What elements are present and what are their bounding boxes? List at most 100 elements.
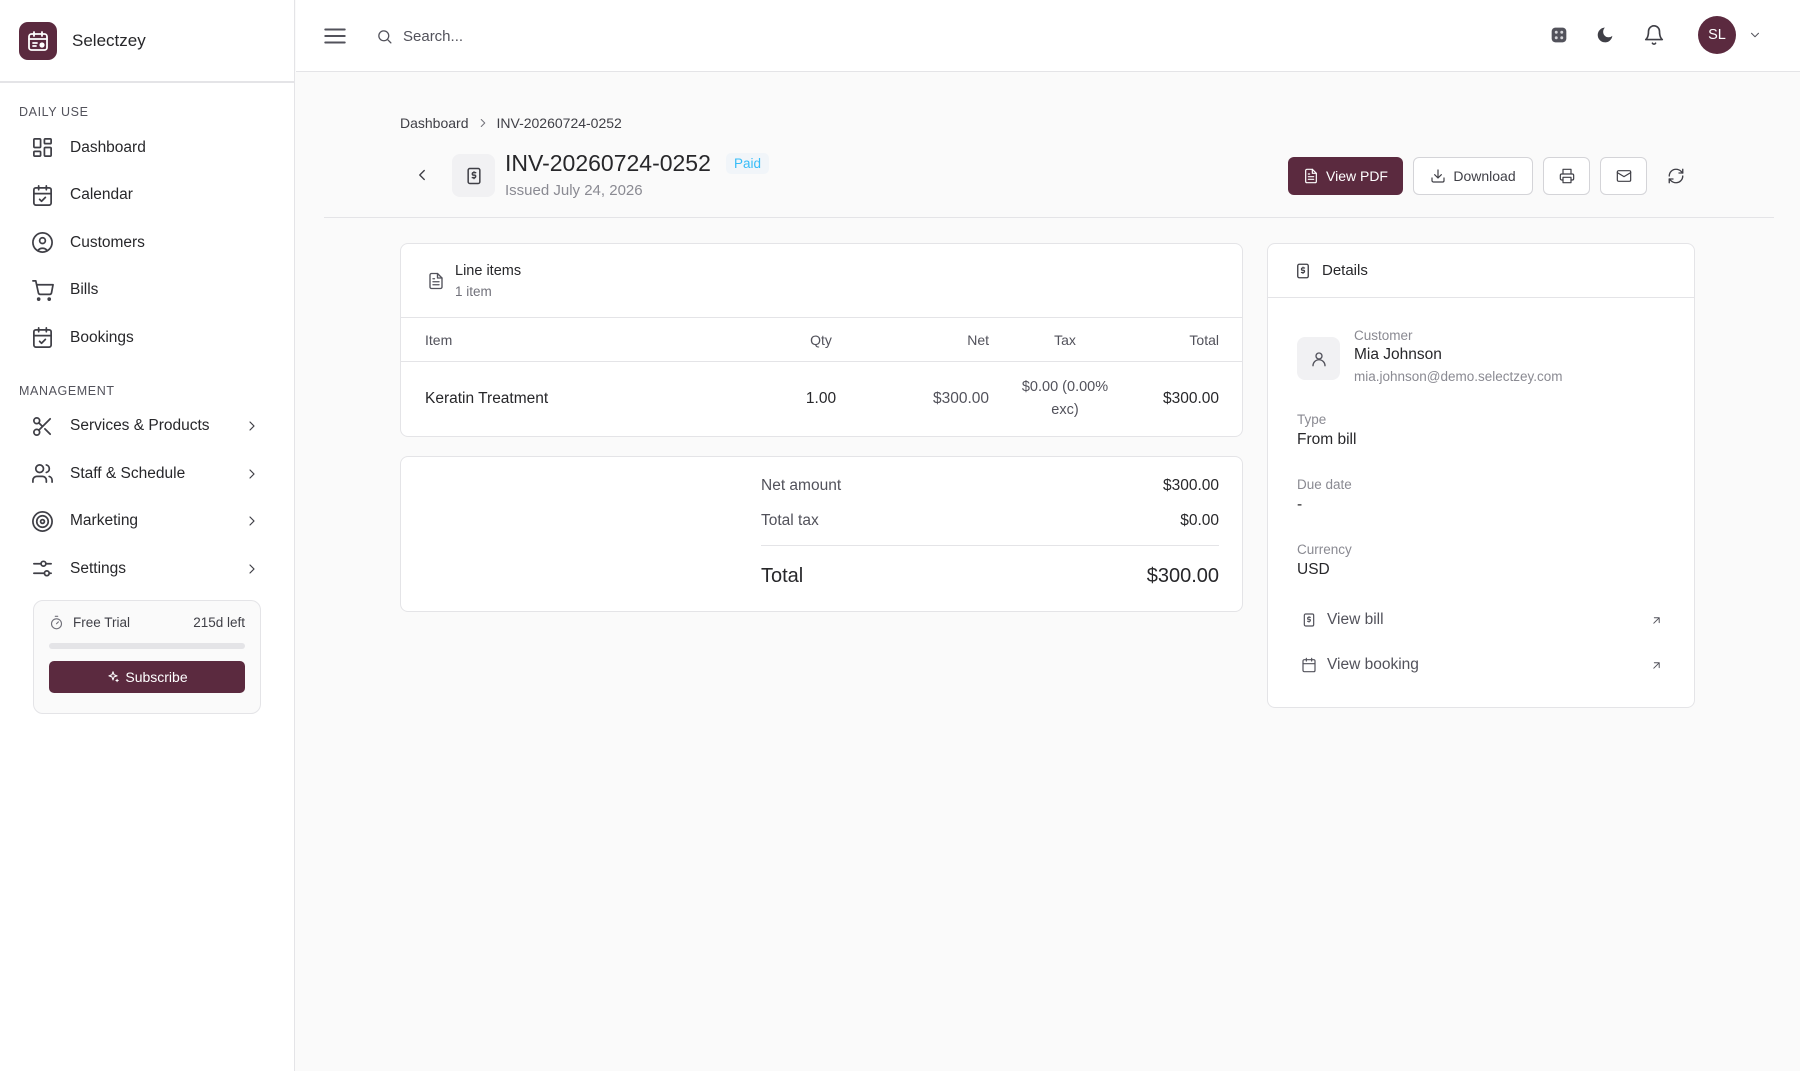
mail-icon (1616, 170, 1631, 182)
brand[interactable]: Selectzey (0, 0, 294, 83)
customer-label: Customer (1354, 328, 1413, 343)
print-button[interactable] (1543, 157, 1590, 195)
status-badge: Paid (726, 153, 770, 174)
sparkles-icon (108, 671, 120, 683)
issued-date: Issued July 24, 2026 (505, 182, 643, 199)
column-header-total: Total (1189, 331, 1219, 348)
type-label: Type (1297, 412, 1327, 427)
page-title: INV-20260724-0252 (505, 150, 711, 176)
sidebar-item-staff-schedule[interactable]: Staff & Schedule (0, 450, 294, 498)
total-tax-row: Total tax $0.00 (761, 512, 1219, 530)
moon-icon[interactable] (1594, 24, 1616, 46)
receipt-icon (1297, 263, 1309, 278)
item-total: $300.00 (1162, 390, 1219, 407)
line-items-title: Line items (455, 262, 522, 279)
header-divider (324, 217, 1774, 218)
sidebar-item-label: Marketing (70, 512, 139, 530)
theme-palette-icon[interactable] (1548, 24, 1570, 46)
item-name: Keratin Treatment (425, 390, 549, 407)
user-circle-icon (32, 232, 53, 254)
menu-icon[interactable] (322, 23, 348, 49)
search-input[interactable] (403, 27, 703, 45)
item-qty: 1.00 (805, 390, 837, 407)
file-text-icon (429, 272, 443, 289)
column-header-net: Net (967, 331, 989, 348)
total-tax-label: Total tax (761, 512, 819, 529)
breadcrumb: Dashboard INV-20260724-0252 (400, 115, 622, 131)
calendar-check-icon (33, 184, 52, 206)
table-header: Item Qty Net Tax Total (401, 318, 1242, 362)
table-row: Keratin Treatment 1.00 $300.00 $0.00 (0.… (401, 362, 1242, 436)
chevron-right-icon (249, 469, 255, 479)
column-header-qty: Qty (810, 331, 832, 348)
net-amount-value: $300.00 (1162, 477, 1219, 494)
app-logo-icon (19, 21, 57, 60)
sidebar-item-label: Dashboard (70, 138, 146, 156)
view-booking-link[interactable]: View booking (1301, 651, 1663, 679)
chevron-right-icon (249, 564, 255, 574)
sidebar-item-label: Bookings (70, 328, 134, 346)
sidebar-item-settings[interactable]: Settings (0, 545, 294, 593)
sidebar-item-calendar[interactable]: Calendar (0, 172, 294, 220)
summary-divider (761, 545, 1219, 546)
sidebar: Selectzey DAILY USE Dashboard Calendar C… (0, 0, 295, 1071)
chevron-right-icon (249, 421, 255, 431)
trial-label: Free Trial (73, 615, 131, 630)
sliders-icon (33, 560, 52, 577)
shopping-cart-icon (32, 279, 54, 301)
avatar[interactable]: SL (1698, 16, 1736, 54)
top-bar: SL (296, 0, 1800, 72)
timer-icon (50, 615, 63, 630)
breadcrumb-dashboard[interactable]: Dashboard (400, 115, 469, 131)
total-label: Total (761, 565, 804, 587)
summary-card: Net amount $300.00 Total tax $0.00 Total… (400, 456, 1243, 612)
email-button[interactable] (1600, 157, 1647, 195)
chevron-down-icon[interactable] (1748, 28, 1762, 42)
bell-icon[interactable] (1643, 24, 1665, 46)
details-card: Details Customer Mia Johnson mia.johnson… (1267, 243, 1695, 708)
sidebar-item-dashboard[interactable]: Dashboard (0, 124, 294, 172)
view-pdf-label: View PDF (1326, 168, 1388, 184)
customer-email: mia.johnson@demo.selectzey.com (1354, 369, 1563, 384)
view-bill-link[interactable]: View bill (1301, 606, 1663, 634)
sidebar-item-bookings[interactable]: Bookings (0, 314, 294, 362)
line-items-count: 1 item (455, 283, 492, 299)
printer-icon (1559, 168, 1574, 184)
chevron-right-icon (480, 118, 485, 128)
layout-grid-icon (33, 138, 52, 158)
sidebar-item-label: Customers (70, 233, 145, 251)
due-date-label: Due date (1297, 477, 1352, 492)
view-pdf-button[interactable]: View PDF (1288, 157, 1403, 195)
trial-remaining: 215d left (193, 615, 245, 630)
invoice-icon (452, 154, 495, 197)
sidebar-item-label: Settings (70, 559, 127, 577)
search-bar[interactable] (376, 22, 736, 50)
details-title: Details (1322, 262, 1368, 279)
download-button[interactable]: Download (1413, 157, 1533, 195)
sidebar-item-customers[interactable]: Customers (0, 219, 294, 267)
currency-value: USD (1297, 561, 1330, 578)
arrow-up-right-icon (1653, 661, 1660, 669)
chevron-right-icon (249, 516, 255, 526)
arrow-up-right-icon (1653, 616, 1660, 624)
line-items-card: Line items 1 item Item Qty Net Tax Total… (400, 243, 1243, 437)
net-amount-row: Net amount $300.00 (761, 477, 1219, 495)
trial-progress-bar (49, 643, 245, 649)
view-bill-label: View bill (1327, 611, 1384, 628)
receipt-icon (1303, 613, 1315, 627)
sidebar-item-services-products[interactable]: Services & Products (0, 403, 294, 451)
sidebar-item-marketing[interactable]: Marketing (0, 498, 294, 546)
file-text-icon (1305, 168, 1317, 184)
sidebar-item-label: Services & Products (70, 417, 210, 435)
search-icon (378, 29, 392, 44)
item-net: $300.00 (932, 390, 989, 407)
app-name: Selectzey (72, 30, 146, 50)
refresh-icon[interactable] (1667, 167, 1685, 185)
subscribe-button[interactable]: Subscribe (49, 661, 245, 693)
total-row: Total $300.00 (761, 565, 1219, 588)
type-value: From bill (1297, 431, 1357, 448)
customer-name[interactable]: Mia Johnson (1354, 346, 1442, 364)
free-trial-card: Free Trial 215d left Subscribe (33, 600, 261, 714)
back-arrow-icon[interactable] (413, 166, 431, 184)
sidebar-item-bills[interactable]: Bills (0, 267, 294, 315)
